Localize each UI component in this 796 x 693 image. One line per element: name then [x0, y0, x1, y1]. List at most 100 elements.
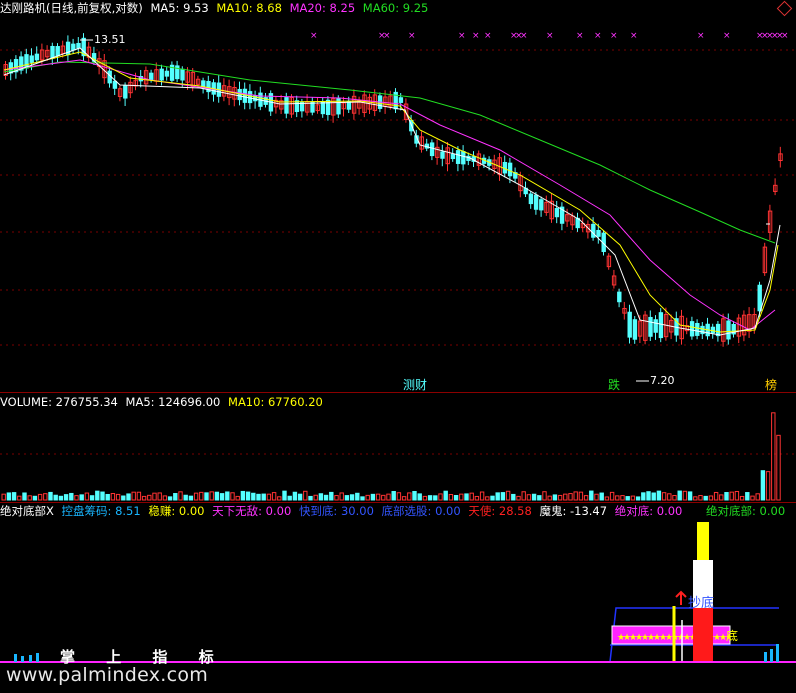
- indicator-name[interactable]: 绝对底部X: [0, 504, 54, 518]
- volume-bar: [214, 491, 220, 501]
- volume-bar: [469, 492, 474, 501]
- volume-bar: [271, 492, 277, 501]
- tag-die[interactable]: 跌: [608, 376, 620, 393]
- candle: [695, 322, 700, 336]
- volume-bar: [219, 493, 225, 501]
- volume-bar: [53, 494, 58, 501]
- volume-bar: [230, 492, 235, 501]
- volume-bar: [344, 495, 350, 501]
- signal-marker: ×: [781, 31, 789, 41]
- signal-marker: ×: [610, 31, 618, 41]
- volume-bar: [719, 494, 724, 501]
- candle: [55, 46, 60, 56]
- indicator-header: 绝对底部X 控盘筹码: 8.51 稳赚: 0.00 天下无敌: 0.00 快到底…: [0, 503, 785, 519]
- volume-bar: [485, 496, 490, 501]
- volume-bar: [724, 492, 729, 501]
- volume-bar: [63, 494, 69, 501]
- candle: [450, 153, 456, 160]
- watermark: www.palmindex.com: [6, 664, 209, 686]
- candle: [294, 100, 300, 113]
- candle: [310, 101, 315, 113]
- candle: [29, 55, 34, 63]
- volume-bar: [511, 493, 516, 501]
- volume-bar: [693, 496, 698, 501]
- volume-bar: [552, 494, 558, 501]
- tag-cecai[interactable]: 测财: [403, 376, 427, 393]
- volume-bar: [609, 491, 615, 501]
- red-column: [693, 608, 713, 662]
- candle: [180, 68, 185, 81]
- candle: [247, 91, 253, 104]
- ma5-label: MA5: 9.53: [150, 1, 209, 15]
- candle: [440, 151, 445, 159]
- volume-bar: [126, 493, 131, 501]
- volume-bar: [776, 434, 781, 501]
- candle: [689, 321, 695, 337]
- signal-marker: ×: [383, 31, 391, 41]
- volume-bar: [22, 492, 27, 501]
- signal-marker: ×: [484, 31, 492, 41]
- volume-bar: [713, 491, 719, 501]
- signal-marker: ×: [408, 31, 416, 41]
- volume-chart[interactable]: [0, 410, 796, 502]
- volume-bar: [599, 492, 604, 501]
- volume-bar: [739, 495, 745, 501]
- volume-bar: [568, 493, 573, 501]
- volume-bar: [505, 490, 511, 501]
- candle: [539, 199, 544, 211]
- diamond-icon[interactable]: [776, 0, 793, 17]
- volume-bar: [635, 496, 641, 501]
- candle: [429, 142, 435, 157]
- volume-bar: [734, 490, 740, 501]
- volume-bar: [401, 496, 407, 501]
- volume-bar: [417, 493, 422, 501]
- candle: [242, 88, 248, 103]
- volume-bar: [464, 493, 469, 501]
- candle: [455, 150, 461, 164]
- ind-tianxia: 天下无敌: 0.00: [212, 504, 292, 518]
- volume-bar: [100, 491, 105, 501]
- volume-bar: [651, 492, 656, 501]
- candle: [528, 193, 534, 205]
- volume-bar: [74, 495, 79, 501]
- volume-bar: [360, 496, 365, 501]
- volume-ma5-label: MA5: 124696.00: [125, 395, 221, 409]
- volume-bar: [297, 493, 303, 501]
- volume-bar: [37, 493, 43, 501]
- candle: [34, 53, 40, 61]
- signal-markers: × ×× × × × × ××× × × × × × × × ××××××: [310, 31, 789, 41]
- volume-bar: [620, 495, 625, 501]
- volume-bar: [277, 496, 282, 501]
- volume-bar: [412, 491, 417, 501]
- volume-bar: [578, 491, 584, 501]
- volume-bar: [193, 492, 199, 501]
- volume-bar: [287, 495, 292, 501]
- candle: [284, 97, 289, 114]
- ma60-label: MA60: 9.25: [362, 1, 429, 15]
- stock-title[interactable]: 达刚路机(日线,前复权,对数): [0, 1, 143, 15]
- volume-bar: [531, 493, 537, 501]
- volume-bar: [667, 493, 672, 501]
- volume-label: VOLUME: 276755.34: [0, 395, 118, 409]
- volume-bar: [323, 494, 329, 501]
- volume-bar: [17, 495, 22, 501]
- volume-bar: [141, 495, 147, 501]
- volume-bar: [1, 493, 6, 501]
- volume-bar: [630, 495, 636, 501]
- volume-bar: [474, 495, 480, 501]
- volume-bars: [1, 412, 781, 501]
- signal-marker: ×: [520, 31, 528, 41]
- signal-marker: ×: [630, 31, 638, 41]
- candle: [554, 207, 560, 218]
- tag-bang[interactable]: 榜: [765, 376, 777, 393]
- price-chart[interactable]: × ×× × × × × ××× × × × × × × × ××××××: [0, 16, 796, 392]
- volume-bar: [459, 493, 464, 501]
- volume-bar: [448, 493, 454, 501]
- volume-bar: [11, 492, 17, 501]
- ind-dibuxuangu: 底部选股: 0.00: [381, 504, 461, 518]
- volume-bar: [677, 490, 682, 501]
- volume-bar: [147, 494, 152, 501]
- volume-bar: [339, 492, 344, 501]
- volume-header: VOLUME: 276755.34 MA5: 124696.00 MA10: 6…: [0, 394, 327, 410]
- signal-marker: ×: [472, 31, 480, 41]
